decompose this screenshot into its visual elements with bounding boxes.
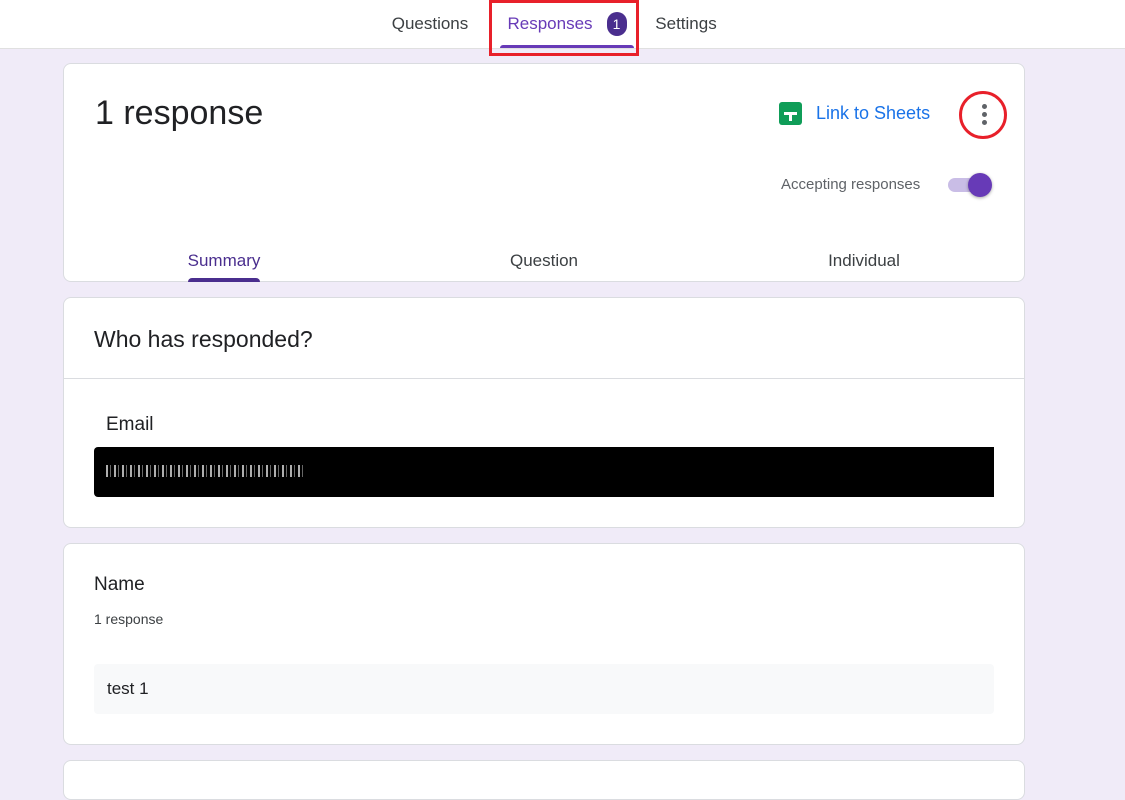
accepting-responses-label: Accepting responses — [781, 176, 921, 193]
more-options-button[interactable] — [968, 98, 1000, 130]
active-subtab-indicator — [188, 278, 260, 282]
next-card — [63, 760, 1025, 800]
tab-responses-label: Responses — [507, 14, 593, 33]
subtab-question[interactable]: Question — [444, 240, 644, 282]
responses-count-badge: 1 — [606, 12, 627, 36]
more-vert-icon-dot — [981, 119, 987, 125]
link-to-sheets-label: Link to Sheets — [816, 103, 931, 123]
respondents-title: Who has responded? — [94, 326, 313, 352]
answer-text: test 1 — [107, 679, 149, 698]
tab-responses[interactable]: Responses 1 — [492, 0, 642, 48]
card-divider — [64, 378, 1024, 379]
question-summary-card: Name 1 response test 1 — [63, 543, 1025, 745]
responses-summary-card: 1 response Link to Sheets Accepting resp… — [63, 63, 1025, 282]
google-sheets-icon — [779, 102, 802, 125]
tab-questions-label: Questions — [391, 14, 469, 33]
question-response-count: 1 response — [94, 611, 164, 627]
question-title: Name — [94, 574, 145, 595]
redaction-noise — [106, 465, 306, 477]
answer-item: test 1 — [94, 664, 994, 714]
tab-questions[interactable]: Questions — [380, 0, 480, 48]
subtab-question-label: Question — [509, 251, 579, 270]
top-tab-bar: Questions Responses 1 Settings — [0, 0, 1125, 49]
redacted-email-value — [94, 447, 994, 497]
active-tab-indicator — [500, 45, 634, 48]
subtab-summary-label: Summary — [187, 251, 261, 270]
more-vert-icon-dot — [981, 103, 987, 109]
more-vert-icon-dot — [981, 111, 987, 117]
tab-settings[interactable]: Settings — [646, 0, 726, 48]
email-label: Email — [106, 414, 154, 435]
respondents-card: Who has responded? Email — [63, 297, 1025, 528]
tab-settings-label: Settings — [655, 14, 717, 33]
subtab-individual-label: Individual — [828, 251, 900, 270]
subtab-individual[interactable]: Individual — [764, 240, 964, 282]
accepting-responses-toggle[interactable] — [948, 173, 994, 197]
subtab-summary[interactable]: Summary — [124, 240, 324, 282]
link-to-sheets-button[interactable]: Link to Sheets — [779, 102, 930, 125]
response-count-heading: 1 response — [95, 94, 264, 132]
toggle-knob — [968, 173, 992, 197]
